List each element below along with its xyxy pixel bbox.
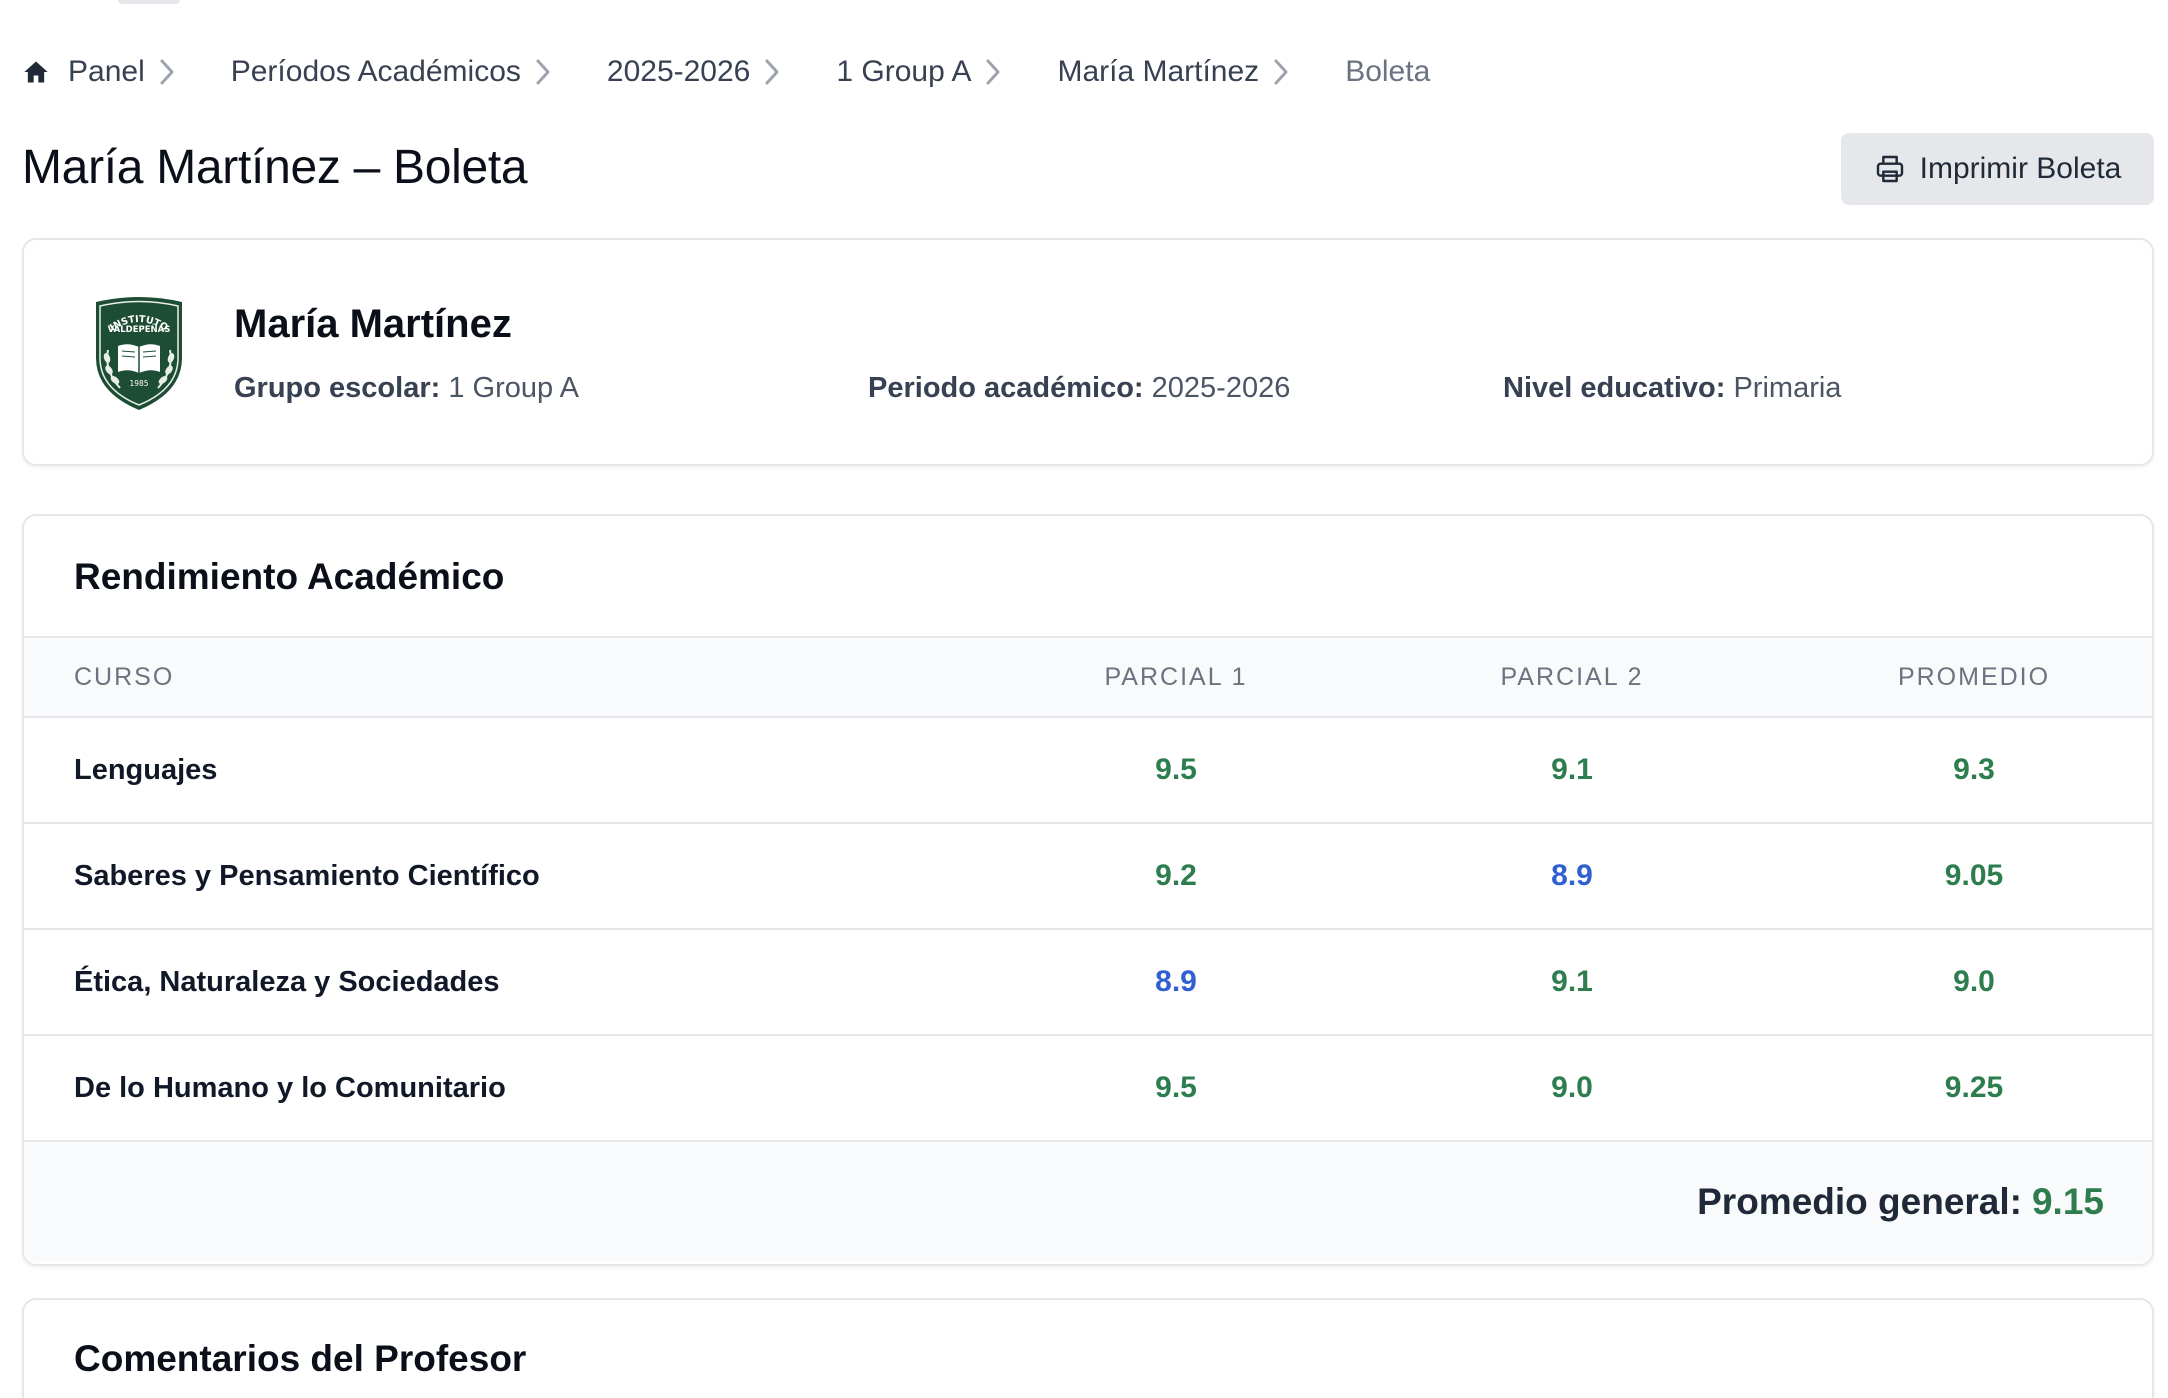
student-profile-card: INSTITUTO VALDEPEÑAS 1985 María Martínez… bbox=[22, 238, 2154, 466]
grade-average: 9.25 bbox=[1944, 1071, 2004, 1104]
academic-performance-card: Rendimiento Académico CURSO PARCIAL 1 PA… bbox=[22, 514, 2154, 1266]
education-level-label: Nivel educativo: bbox=[1503, 372, 1726, 404]
school-crest-logo: INSTITUTO VALDEPEÑAS 1985 bbox=[90, 294, 188, 412]
teacher-comments-card: Comentarios del Profesor bbox=[22, 1298, 2154, 1398]
breadcrumb-link-group[interactable]: 1 Group A bbox=[836, 55, 971, 89]
chevron-right-icon bbox=[985, 52, 1009, 92]
teacher-comments-title: Comentarios del Profesor bbox=[74, 1338, 527, 1379]
grades-table-header: CURSO PARCIAL 1 PARCIAL 2 PROMEDIO bbox=[24, 636, 2152, 718]
table-row: De lo Humano y lo Comunitario 9.5 9.0 9.… bbox=[24, 1036, 2152, 1142]
academic-period: Periodo académico: 2025-2026 bbox=[868, 372, 1290, 405]
header-partial-2: PARCIAL 2 bbox=[1500, 662, 1644, 691]
education-level: Nivel educativo: Primaria bbox=[1503, 372, 1841, 405]
header-average: PROMEDIO bbox=[1897, 662, 2051, 691]
chevron-right-icon bbox=[1273, 52, 1297, 92]
chevron-right-icon bbox=[535, 52, 559, 92]
grade-partial-1: 9.5 bbox=[1155, 1071, 1197, 1104]
student-name: María Martínez bbox=[234, 302, 512, 346]
breadcrumb-link-periodos[interactable]: Períodos Académicos bbox=[231, 55, 521, 89]
breadcrumb-link-panel[interactable]: Panel bbox=[68, 55, 145, 89]
breadcrumb: Panel Períodos Académicos 2025-2026 1 Gr… bbox=[22, 52, 1430, 92]
academic-period-value: 2025-2026 bbox=[1151, 372, 1291, 404]
school-group: Grupo escolar: 1 Group A bbox=[234, 372, 579, 405]
academic-period-label: Periodo académico: bbox=[868, 372, 1144, 404]
grades-table: CURSO PARCIAL 1 PARCIAL 2 PROMEDIO Lengu… bbox=[24, 636, 2152, 1262]
grade-partial-1: 9.5 bbox=[1155, 753, 1197, 786]
overall-average-label: Promedio general: bbox=[1697, 1181, 2022, 1222]
education-level-value: Primaria bbox=[1733, 372, 1842, 404]
top-scroll-fragment bbox=[118, 0, 180, 4]
grade-partial-2: 9.1 bbox=[1551, 753, 1593, 786]
grade-partial-1: 9.2 bbox=[1155, 859, 1197, 892]
print-report-label: Imprimir Boleta bbox=[1919, 152, 2122, 185]
academic-performance-title: Rendimiento Académico bbox=[74, 556, 505, 597]
grade-average: 9.0 bbox=[1953, 965, 1995, 998]
overall-average-value: 9.15 bbox=[2031, 1181, 2104, 1222]
grade-partial-1: 8.9 bbox=[1155, 965, 1197, 998]
breadcrumb-item-panel[interactable]: Panel bbox=[22, 55, 145, 89]
course-name: De lo Humano y lo Comunitario bbox=[74, 1071, 506, 1104]
printer-icon bbox=[1874, 153, 1906, 185]
course-name: Saberes y Pensamiento Científico bbox=[74, 859, 540, 892]
course-name: Ética, Naturaleza y Sociedades bbox=[74, 965, 500, 998]
table-row: Ética, Naturaleza y Sociedades 8.9 9.1 9… bbox=[24, 930, 2152, 1036]
grade-average: 9.3 bbox=[1953, 753, 1995, 786]
overall-average-row: Promedio general: 9.15 bbox=[24, 1142, 2152, 1262]
grade-partial-2: 9.1 bbox=[1551, 965, 1593, 998]
table-row: Saberes y Pensamiento Científico 9.2 8.9… bbox=[24, 824, 2152, 930]
svg-text:1985: 1985 bbox=[129, 379, 148, 388]
breadcrumb-link-period[interactable]: 2025-2026 bbox=[607, 55, 750, 89]
breadcrumb-link-student[interactable]: María Martínez bbox=[1057, 55, 1259, 89]
header-partial-1: PARCIAL 1 bbox=[1104, 662, 1248, 691]
chevron-right-icon bbox=[159, 52, 183, 92]
page-title: María Martínez – Boleta bbox=[22, 141, 528, 194]
grade-average: 9.05 bbox=[1944, 859, 2004, 892]
home-icon bbox=[22, 58, 50, 86]
print-report-button[interactable]: Imprimir Boleta bbox=[1841, 133, 2154, 205]
header-course: CURSO bbox=[74, 662, 175, 691]
course-name: Lenguajes bbox=[74, 753, 218, 786]
grade-partial-2: 9.0 bbox=[1551, 1071, 1593, 1104]
chevron-right-icon bbox=[764, 52, 788, 92]
table-row: Lenguajes 9.5 9.1 9.3 bbox=[24, 718, 2152, 824]
breadcrumb-current: Boleta bbox=[1345, 55, 1431, 88]
school-group-value: 1 Group A bbox=[448, 372, 579, 404]
svg-text:VALDEPEÑAS: VALDEPEÑAS bbox=[108, 324, 171, 335]
school-group-label: Grupo escolar: bbox=[234, 372, 441, 404]
grade-partial-2: 8.9 bbox=[1551, 859, 1593, 892]
